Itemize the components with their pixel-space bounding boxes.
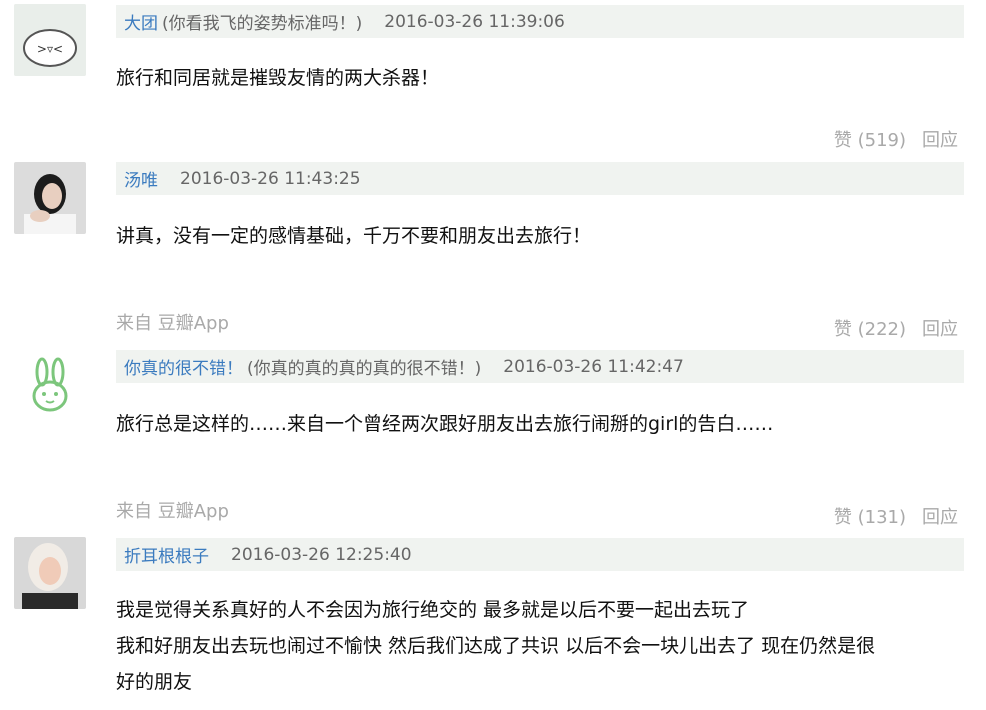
like-button[interactable]: 赞 (519) <box>834 126 906 152</box>
comment-line: 旅行和同居就是摧毁友情的两大杀器！ <box>116 67 440 89</box>
user-signature: (你真的真的真的真的很不错！) <box>247 359 482 379</box>
avatar[interactable] <box>14 537 86 609</box>
like-count: (131) <box>857 507 906 528</box>
comment-line: 我是觉得关系真好的人不会因为旅行绝交的 最多就是以后不要一起出去玩了 <box>116 599 750 621</box>
comment-text: 我是觉得关系真好的人不会因为旅行绝交的 最多就是以后不要一起出去玩了 我和好朋友… <box>116 592 964 700</box>
comment-text: 讲真，没有一定的感情基础，千万不要和朋友出去旅行！ <box>116 218 964 254</box>
comment-text: 旅行总是这样的……来自一个曾经两次跟好朋友出去旅行闹掰的girl的告白…… <box>116 406 964 442</box>
reply-button[interactable]: 回应 <box>922 503 958 529</box>
username-link[interactable]: 大团 <box>124 9 158 34</box>
comment-text: 旅行和同居就是摧毁友情的两大杀器！ <box>116 60 964 96</box>
rabbit-icon <box>14 350 86 422</box>
comment-header: 汤唯 2016-03-26 11:43:25 <box>116 162 964 195</box>
comment-time: 2016-03-26 12:25:40 <box>231 544 412 565</box>
avatar[interactable] <box>14 162 86 234</box>
woman-photo-icon <box>14 162 86 234</box>
comment-header: 大团 (你看我飞的姿势标准吗！) 2016-03-26 11:39:06 <box>116 5 964 38</box>
reply-button[interactable]: 回应 <box>922 315 958 341</box>
like-count: (519) <box>857 130 906 151</box>
comment-actions: 赞 (131) 回应 <box>834 503 958 529</box>
username-link[interactable]: 折耳根根子 <box>124 542 209 567</box>
source-label: 来自 豆瓣App <box>116 313 229 334</box>
dumpling-face-icon: >▿< <box>14 4 86 76</box>
username-link[interactable]: 你真的很不错！ <box>124 354 243 379</box>
comment-header: 你真的很不错！ (你真的真的真的真的很不错！) 2016-03-26 11:42… <box>116 350 964 383</box>
username-link[interactable]: 汤唯 <box>124 166 158 191</box>
comment-time: 2016-03-26 11:43:25 <box>180 168 361 189</box>
comment-time: 2016-03-26 11:39:06 <box>384 11 565 32</box>
comment-time: 2016-03-26 11:42:47 <box>503 356 684 377</box>
comment-line: 讲真，没有一定的感情基础，千万不要和朋友出去旅行！ <box>116 225 592 247</box>
user-signature: (你看我飞的姿势标准吗！) <box>162 14 363 34</box>
comment-line: 我和好朋友出去玩也闹过不愉快 然后我们达成了共识 以后不会一块儿出去了 现在仍然… <box>116 635 876 657</box>
like-label: 赞 <box>833 130 852 151</box>
avatar[interactable]: >▿< <box>14 4 86 76</box>
like-button[interactable]: 赞 (222) <box>834 315 906 341</box>
comment-line: 旅行总是这样的……来自一个曾经两次跟好朋友出去旅行闹掰的girl的告白…… <box>116 413 774 435</box>
comment-line: 好的朋友 <box>116 671 193 693</box>
like-label: 赞 <box>833 507 852 528</box>
source-label: 来自 豆瓣App <box>116 501 229 522</box>
svg-text:>▿<: >▿< <box>37 42 63 56</box>
avatar[interactable] <box>14 350 86 422</box>
comment-actions: 赞 (222) 回应 <box>834 315 958 341</box>
like-button[interactable]: 赞 (131) <box>834 503 906 529</box>
comment-header: 折耳根根子 2016-03-26 12:25:40 <box>116 538 964 571</box>
like-count: (222) <box>857 319 906 340</box>
reply-button[interactable]: 回应 <box>922 126 958 152</box>
blonde-woman-photo-icon <box>14 537 86 609</box>
like-label: 赞 <box>833 319 852 340</box>
comment-actions: 赞 (519) 回应 <box>834 126 958 152</box>
